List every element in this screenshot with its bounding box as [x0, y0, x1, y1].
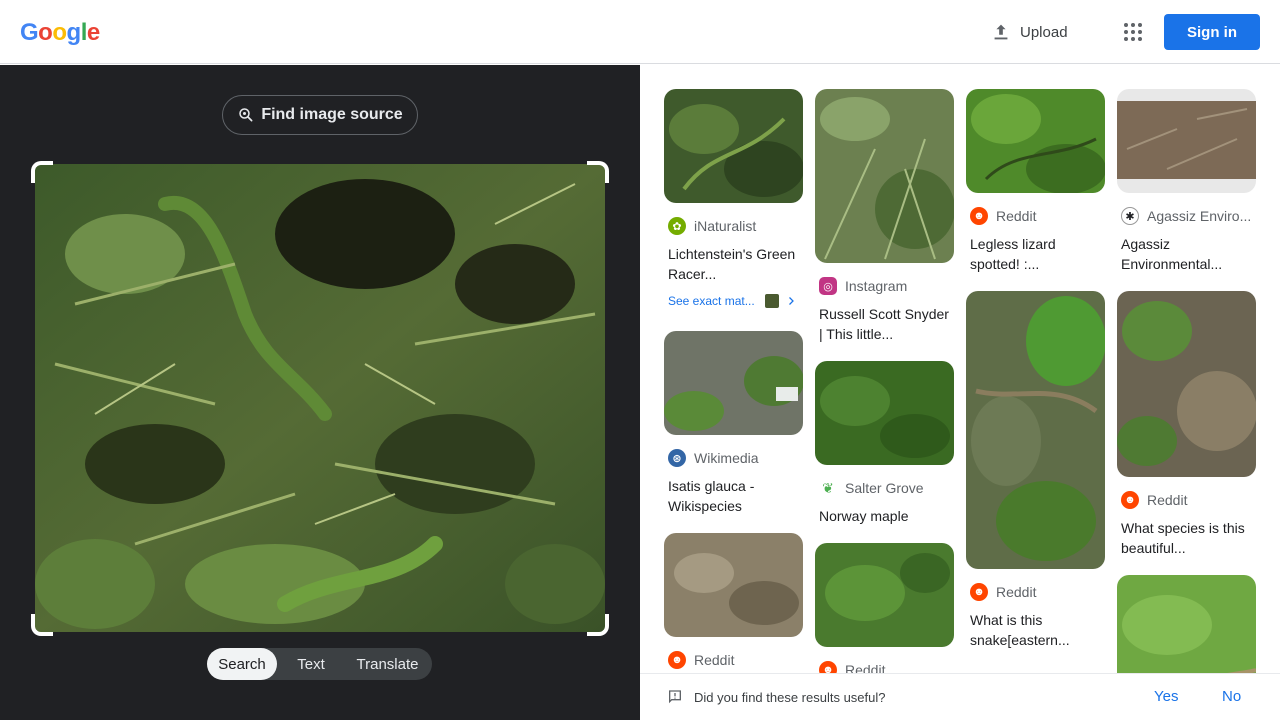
result-card[interactable]: ☻ Reddit What species is this beautiful.…: [1117, 291, 1256, 558]
result-card[interactable]: ◎ Instagram Russell Scott Snyder | This …: [815, 89, 954, 344]
sign-in-button[interactable]: Sign in: [1164, 14, 1260, 50]
result-title[interactable]: What is this snake[eastern...: [966, 610, 1105, 650]
result-title[interactable]: Isatis glauca - Wikispecies: [664, 476, 803, 516]
chevron-right-icon: [788, 297, 794, 305]
result-source[interactable]: ☻ Reddit: [966, 207, 1105, 225]
feedback-question: Did you find these results useful?: [694, 690, 886, 705]
result-source[interactable]: ◎ Instagram: [815, 277, 954, 295]
see-exact-matches-link[interactable]: See exact mat...: [664, 294, 803, 308]
result-card[interactable]: ☻ Reddit: [815, 543, 954, 673]
crop-handle-top-right[interactable]: [587, 161, 609, 183]
result-source-name: iNaturalist: [694, 218, 757, 234]
top-header: Google Upload Sign in: [0, 0, 1280, 64]
result-source-name: Instagram: [845, 278, 908, 294]
result-source-name: Reddit: [996, 584, 1037, 600]
reddit-icon: ☻: [1121, 491, 1139, 509]
reddit-icon: ☻: [819, 661, 837, 673]
feedback-no-button[interactable]: No: [1222, 688, 1241, 705]
result-thumbnail[interactable]: [664, 331, 803, 435]
google-logo[interactable]: Google: [20, 19, 100, 47]
exact-match-thumbnail: [764, 294, 779, 308]
find-image-source-button[interactable]: Find image source: [222, 95, 418, 135]
result-thumbnail[interactable]: [664, 89, 803, 203]
upload-button[interactable]: Upload: [990, 20, 1068, 44]
result-source-name: Reddit: [694, 652, 735, 668]
lens-search-icon: [239, 108, 253, 122]
agassiz-icon: ✱: [1121, 207, 1139, 225]
result-source[interactable]: ❦ Salter Grove: [815, 479, 954, 497]
result-thumbnail[interactable]: [815, 361, 954, 465]
result-card[interactable]: ❦ Salter Grove Norway maple: [815, 361, 954, 546]
result-thumbnail[interactable]: [1117, 575, 1256, 673]
crop-handle-top-left[interactable]: [31, 161, 53, 183]
mode-translate-tab[interactable]: Translate: [345, 648, 430, 680]
find-image-source-label: Find image source: [261, 106, 403, 123]
result-card[interactable]: ⊛ Wikimedia Isatis glauca - Wikispecies: [664, 331, 803, 516]
result-source[interactable]: ✿ iNaturalist: [664, 217, 803, 235]
leaf-icon: ❦: [819, 479, 837, 497]
crop-handle-bottom-right[interactable]: [587, 614, 609, 636]
result-source[interactable]: ☻ Reddit: [664, 651, 803, 669]
result-source[interactable]: ⊛ Wikimedia: [664, 449, 803, 467]
result-thumbnail[interactable]: [664, 533, 803, 637]
visual-matches-grid: ✿ iNaturalist Lichtenstein's Green Racer…: [640, 65, 1280, 673]
result-source-name: Reddit: [1147, 492, 1188, 508]
result-source[interactable]: ☻ Reddit: [966, 583, 1105, 601]
result-source-name: Salter Grove: [845, 480, 924, 496]
result-title[interactable]: Russell Scott Snyder | This little...: [815, 304, 954, 344]
result-card[interactable]: ✿ iNaturalist Lichtenstein's Green Racer…: [664, 89, 803, 308]
upload-icon: [994, 24, 1008, 40]
wikimedia-icon: ⊛: [668, 449, 686, 467]
result-title[interactable]: Legless lizard spotted! :...: [966, 234, 1105, 274]
result-source-name: Agassiz Enviro...: [1147, 208, 1252, 224]
result-title[interactable]: Agassiz Environmental...: [1117, 234, 1256, 274]
result-source-name: Reddit: [845, 662, 886, 673]
instagram-icon: ◎: [819, 277, 837, 295]
inaturalist-icon: ✿: [668, 217, 686, 235]
mode-search-tab[interactable]: Search: [207, 648, 277, 680]
query-image-crop[interactable]: [35, 164, 605, 632]
reddit-icon: ☻: [970, 583, 988, 601]
query-image-pane: Find image source Search Text Translate: [0, 65, 640, 720]
mode-selector: Search Text Translate: [207, 648, 432, 680]
feedback-icon: [669, 690, 681, 704]
feedback-yes-button[interactable]: Yes: [1154, 688, 1178, 705]
result-card[interactable]: [1117, 575, 1256, 673]
result-source[interactable]: ☻ Reddit: [815, 661, 954, 673]
result-title[interactable]: What species is this beautiful...: [1117, 518, 1256, 558]
reddit-icon: ☻: [970, 207, 988, 225]
result-title[interactable]: Norway maple: [815, 506, 954, 546]
result-title[interactable]: Lichtenstein's Green Racer...: [664, 244, 803, 284]
feedback-bar: Did you find these results useful? Yes N…: [640, 673, 1280, 720]
result-source-name: Reddit: [996, 208, 1037, 224]
result-source-name: Wikimedia: [694, 450, 759, 466]
result-card[interactable]: ☻ Reddit Legless lizard spotted! :...: [966, 89, 1105, 274]
mode-text-tab[interactable]: Text: [277, 648, 345, 680]
result-card[interactable]: ✱ Agassiz Enviro... Agassiz Environmenta…: [1117, 89, 1256, 274]
result-thumbnail[interactable]: [1117, 89, 1256, 193]
result-source[interactable]: ✱ Agassiz Enviro...: [1117, 207, 1256, 225]
result-card[interactable]: ☻ Reddit: [664, 533, 803, 669]
result-thumbnail[interactable]: [966, 291, 1105, 569]
result-thumbnail[interactable]: [966, 89, 1105, 193]
see-exact-matches-label: See exact mat...: [668, 294, 755, 308]
result-thumbnail[interactable]: [815, 543, 954, 647]
crop-handle-bottom-left[interactable]: [31, 614, 53, 636]
result-thumbnail[interactable]: [815, 89, 954, 263]
result-thumbnail[interactable]: [1117, 291, 1256, 477]
apps-grid-icon[interactable]: [1118, 18, 1146, 46]
result-card[interactable]: ☻ Reddit What is this snake[eastern...: [966, 291, 1105, 650]
reddit-icon: ☻: [668, 651, 686, 669]
result-source[interactable]: ☻ Reddit: [1117, 491, 1256, 509]
upload-label: Upload: [1020, 23, 1068, 41]
